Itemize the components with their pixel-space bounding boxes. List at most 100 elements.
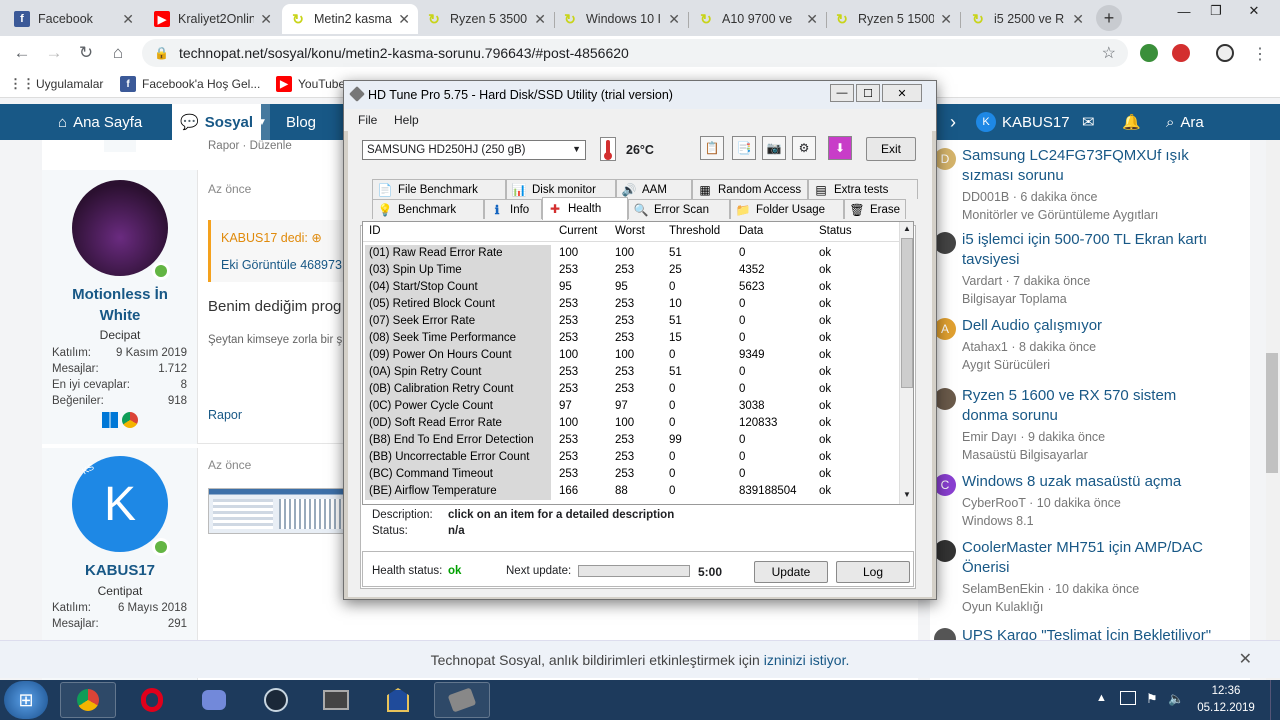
nav-user[interactable]: K KABUS17: [976, 104, 1070, 140]
column-header-worst[interactable]: Worst: [615, 225, 645, 237]
chevron-down-icon[interactable]: ▼: [254, 104, 270, 140]
thread-title-link[interactable]: Dell Audio çalışmıyor: [962, 316, 1222, 336]
tab-disk-monitor[interactable]: 📊 Disk monitor: [506, 179, 616, 199]
table-row[interactable]: (05) Retired Block Count 253 253 10 0 ok: [363, 296, 899, 313]
tab-close-icon[interactable]: ✕: [940, 11, 952, 28]
taskbar-opera-icon[interactable]: [124, 682, 180, 718]
bell-icon[interactable]: 🔔: [1122, 104, 1141, 140]
table-row[interactable]: (BB) Uncorrectable Error Count 253 253 0 0 ok: [363, 449, 899, 466]
taskbar-monitor-app-icon[interactable]: [308, 682, 364, 718]
scroll-down-icon[interactable]: ▼: [903, 490, 911, 499]
table-row[interactable]: (BC) Command Timeout 253 253 0 0 ok: [363, 466, 899, 483]
hdtune-close-icon[interactable]: ✕: [882, 84, 922, 102]
tray-flag-icon[interactable]: ⚑: [1146, 691, 1158, 707]
drive-select[interactable]: SAMSUNG HD250HJ (250 gB) ▼: [362, 140, 586, 160]
thread-title-link[interactable]: i5 işlemci için 500-700 TL Ekran kartı t…: [962, 230, 1222, 270]
menu-help[interactable]: Help: [394, 113, 419, 127]
username[interactable]: Motionless İn White: [42, 284, 198, 326]
exit-button[interactable]: Exit: [866, 137, 916, 161]
tab-info[interactable]: ℹ Info: [484, 199, 542, 219]
hdtune-minimize-icon[interactable]: —: [830, 84, 854, 102]
table-row[interactable]: (03) Spin Up Time 253 253 25 4352 ok: [363, 262, 899, 279]
thread-author-avatar[interactable]: [934, 388, 956, 410]
hdtune-maximize-icon[interactable]: ☐: [856, 84, 880, 102]
nav-search[interactable]: ⌕ Ara: [1166, 104, 1204, 140]
tab-close-icon[interactable]: ✕: [260, 11, 272, 28]
thread-category[interactable]: Windows 8.1: [962, 514, 1034, 528]
table-row[interactable]: (0C) Power Cycle Count 97 97 0 3038 ok: [363, 398, 899, 415]
page-scrollbar-thumb[interactable]: [1266, 353, 1278, 473]
browser-tab[interactable]: ↻ Metin2 kasma ✕: [282, 4, 418, 34]
tab-folder-usage[interactable]: 📁 Folder Usage: [730, 199, 844, 219]
tab-aam[interactable]: 🔊 AAM: [616, 179, 692, 199]
taskbar-clock[interactable]: 12:36 05.12.2019: [1196, 683, 1256, 717]
username[interactable]: KABUS17: [42, 560, 198, 581]
browser-tab[interactable]: ↻ Ryzen 5 1500 ✕: [826, 4, 960, 34]
address-bar[interactable]: 🔒 technopat.net/sosyal/konu/metin2-kasma…: [142, 39, 1128, 67]
table-row[interactable]: (0B) Calibration Retry Count 253 253 0 0 ok: [363, 381, 899, 398]
tab-close-icon[interactable]: ✕: [122, 11, 134, 28]
forward-arrow-icon[interactable]: →: [40, 36, 68, 70]
browser-tab[interactable]: ↻ A10 9700 ve ✕: [690, 4, 826, 34]
thread-category[interactable]: Bilgisayar Toplama: [962, 292, 1067, 306]
extension-ball-icon[interactable]: [1216, 44, 1234, 62]
browser-tab[interactable]: ↻ Windows 10 I ✕: [554, 4, 688, 34]
menu-dots-icon[interactable]: ⋮: [1252, 44, 1268, 64]
column-header-status[interactable]: Status: [819, 225, 852, 237]
thread-title-link[interactable]: CoolerMaster MH751 için AMP/DAC Önerisi: [962, 538, 1222, 578]
tab-health[interactable]: ✚ Health: [542, 197, 628, 220]
nav-home[interactable]: ⌂ Ana Sayfa: [58, 104, 142, 140]
show-desktop-button[interactable]: [1270, 680, 1280, 720]
attachment-thumbnail[interactable]: [208, 488, 348, 534]
taskbar-discord-icon[interactable]: [186, 682, 242, 718]
browser-tab[interactable]: ▶ Kraliyet2Onlin ✕: [146, 4, 280, 34]
tab-close-icon[interactable]: ✕: [806, 11, 818, 28]
bookmark-youtube[interactable]: ▶ YouTube: [276, 76, 345, 92]
table-row[interactable]: (0A) Spin Retry Count 253 253 51 0 ok: [363, 364, 899, 381]
attachment-link[interactable]: Eki Görüntüle 468973: [221, 258, 342, 272]
extension-adblock-icon[interactable]: [1172, 44, 1190, 62]
table-row[interactable]: (0D) Soft Read Error Rate 100 100 0 120833 ok: [363, 415, 899, 432]
notification-permission-link[interactable]: izninizi istiyor.: [764, 652, 850, 668]
taskbar-hdtune-icon[interactable]: [434, 682, 490, 718]
table-row[interactable]: (04) Start/Stop Count 95 95 0 5623 ok: [363, 279, 899, 296]
copy-all-icon[interactable]: 📑: [732, 136, 756, 160]
tab-close-icon[interactable]: ✕: [668, 11, 680, 28]
tray-volume-icon[interactable]: 🔈: [1168, 691, 1184, 707]
thread-category[interactable]: Aygıt Sürücüleri: [962, 358, 1050, 372]
menu-file[interactable]: File: [358, 113, 377, 127]
minimize-window-icon[interactable]: —: [1170, 0, 1198, 22]
extension-globe-icon[interactable]: [1140, 44, 1158, 62]
tab-erase[interactable]: 🗑 Erase: [844, 199, 906, 219]
chevron-right-icon[interactable]: ›: [950, 104, 956, 140]
tab-random-access[interactable]: ▦ Random Access: [692, 179, 808, 199]
browser-tab[interactable]: f Facebook ✕: [6, 4, 142, 34]
new-tab-button[interactable]: +: [1096, 5, 1122, 31]
tab-error-scan[interactable]: 🔍 Error Scan: [628, 199, 730, 219]
start-button-windows-icon[interactable]: ⊞: [4, 681, 48, 719]
tab-close-icon[interactable]: ✕: [1072, 11, 1084, 28]
tab-extra-tests[interactable]: ▤ Extra tests: [808, 179, 918, 199]
taskbar-steam-icon[interactable]: [248, 682, 304, 718]
thread-author-avatar[interactable]: D: [934, 148, 956, 170]
messages-icon[interactable]: ✉: [1082, 104, 1095, 140]
scroll-up-icon[interactable]: ▲: [903, 224, 911, 233]
thread-author-avatar[interactable]: A: [934, 318, 956, 340]
thread-category[interactable]: Masaüstü Bilgisayarlar: [962, 448, 1088, 462]
hdtune-titlebar[interactable]: HD Tune Pro 5.75 - Hard Disk/SSD Utility…: [344, 81, 936, 109]
bookmark-apps[interactable]: ⋮⋮ Uygulamalar: [9, 76, 103, 92]
report-link[interactable]: Rapor: [208, 140, 239, 152]
tab-close-icon[interactable]: ✕: [398, 11, 410, 28]
tray-network-icon[interactable]: [1120, 691, 1136, 705]
edit-link[interactable]: Düzenle: [250, 140, 292, 152]
back-arrow-icon[interactable]: ←: [8, 36, 36, 70]
taskbar-chrome-icon[interactable]: [60, 682, 116, 718]
download-arrow-icon[interactable]: ⬇: [828, 136, 852, 160]
log-button[interactable]: Log: [836, 561, 910, 583]
camera-screenshot-icon[interactable]: 📷: [762, 136, 786, 160]
thread-category[interactable]: Oyun Kulaklığı: [962, 600, 1043, 614]
table-row[interactable]: (08) Seek Time Performance 253 253 15 0 ok: [363, 330, 899, 347]
column-header-id[interactable]: ID: [369, 225, 381, 237]
reload-icon[interactable]: ↻: [72, 36, 100, 70]
tab-close-icon[interactable]: ✕: [534, 11, 546, 28]
